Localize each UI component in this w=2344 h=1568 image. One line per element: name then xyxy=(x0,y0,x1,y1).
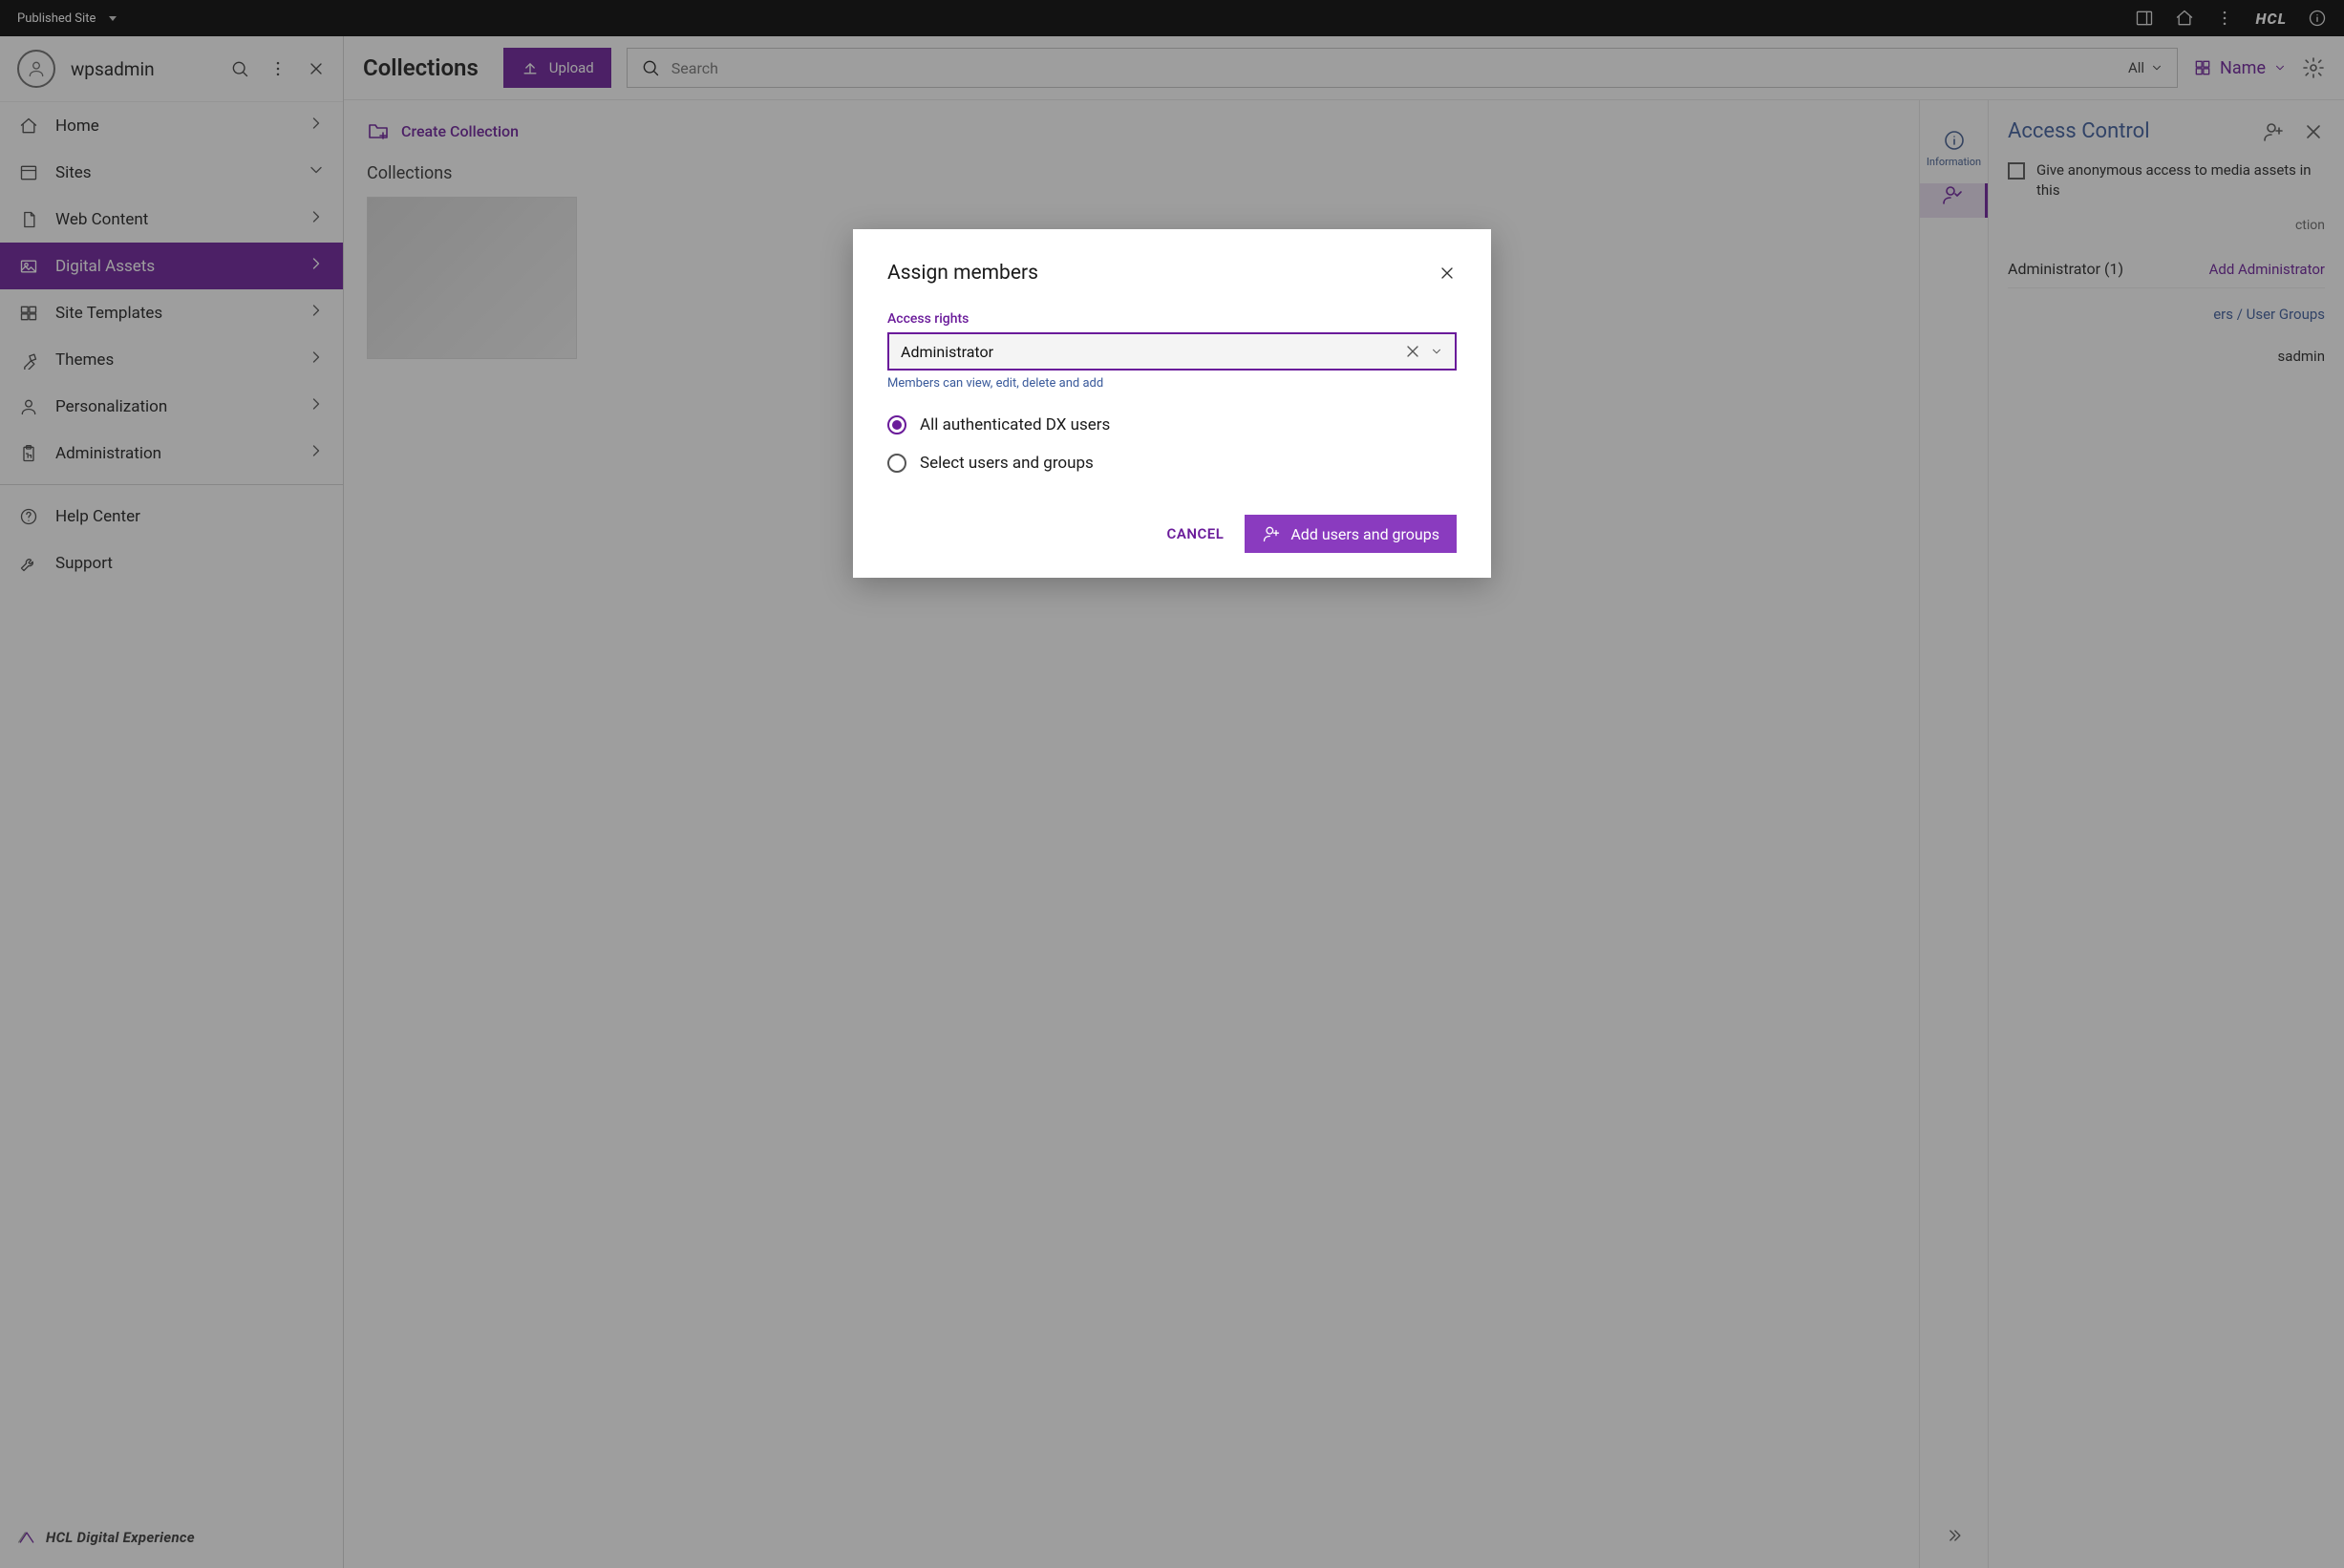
radio-select-users[interactable]: Select users and groups xyxy=(887,454,1457,473)
radio-icon[interactable] xyxy=(887,415,906,434)
cancel-button[interactable]: CANCEL xyxy=(1167,525,1225,542)
access-rights-select[interactable]: Administrator xyxy=(887,332,1457,371)
access-rights-help: Members can view, edit, delete and add xyxy=(887,376,1457,391)
add-users-button[interactable]: Add users and groups xyxy=(1245,515,1457,553)
user-plus-icon xyxy=(1262,524,1281,543)
radio-icon[interactable] xyxy=(887,454,906,473)
modal-scrim[interactable]: Assign members Access rights Administrat… xyxy=(0,0,2344,1568)
modal-title: Assign members xyxy=(887,262,1038,285)
add-users-label: Add users and groups xyxy=(1290,525,1439,543)
radio-all-authenticated[interactable]: All authenticated DX users xyxy=(887,415,1457,434)
radio-label: Select users and groups xyxy=(920,454,1094,473)
assign-members-modal: Assign members Access rights Administrat… xyxy=(853,229,1491,578)
member-scope-radio-group: All authenticated DX users Select users … xyxy=(887,415,1457,473)
access-rights-label: Access rights xyxy=(887,311,1457,327)
chevron-down-icon[interactable] xyxy=(1430,345,1443,358)
clear-icon[interactable] xyxy=(1403,342,1422,361)
close-icon[interactable] xyxy=(1438,264,1457,283)
access-rights-value: Administrator xyxy=(901,343,1396,361)
radio-label: All authenticated DX users xyxy=(920,415,1110,434)
